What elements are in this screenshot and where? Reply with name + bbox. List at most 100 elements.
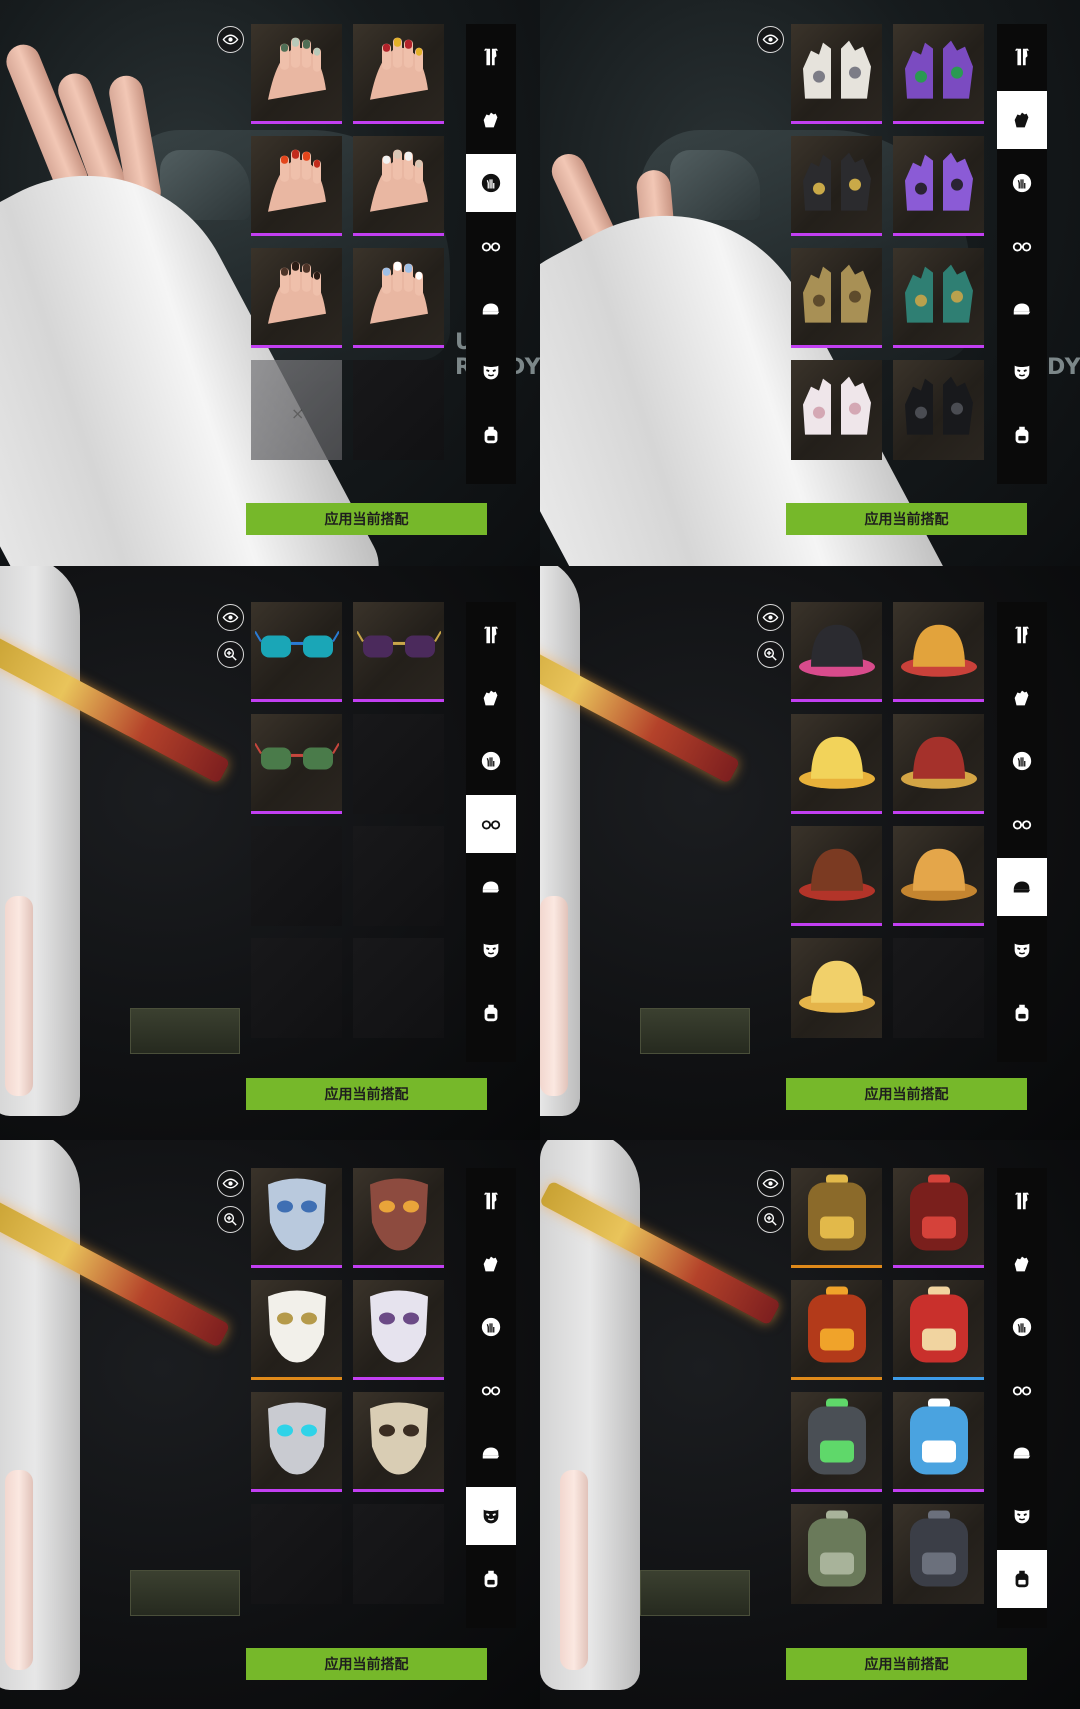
item-slot-demon-horn-mask[interactable] [353,1168,444,1268]
item-slot-nail-set-red-gold[interactable] [353,24,444,124]
item-slot-dragon-helm[interactable] [893,714,984,814]
tab-hat[interactable] [997,858,1047,916]
item-slot-round-purple-glasses[interactable] [353,602,444,702]
tab-gloves[interactable] [466,669,516,727]
mask-icon [480,939,502,961]
item-slot-crystal-tiara-mask[interactable] [251,1168,342,1268]
item-slot-chick-hat[interactable] [791,714,882,814]
apply-outfit-button[interactable]: 应用当前搭配 [246,1648,487,1680]
item-slot-glove-teal-wire[interactable] [893,248,984,348]
item-slot-tactical-pack[interactable] [893,1504,984,1604]
item-slot-red-round-pack[interactable] [893,1168,984,1268]
tab-backpack[interactable] [466,406,516,464]
item-slot-drone-pack[interactable] [791,1392,882,1492]
toggle-view-button[interactable] [757,26,784,53]
tab-eyewear[interactable] [997,795,1047,853]
zoom-button[interactable] [757,1206,784,1233]
item-slot-bunny-goggle-mask[interactable] [251,1280,342,1380]
tab-nails[interactable] [466,1298,516,1356]
zoom-button[interactable] [217,641,244,668]
tab-hat[interactable] [997,280,1047,338]
tab-outfit[interactable] [466,28,516,86]
tab-nails[interactable] [997,154,1047,212]
toggle-view-button[interactable] [217,604,244,631]
toggle-view-button[interactable] [757,604,784,631]
toggle-view-button[interactable] [217,26,244,53]
tab-nails[interactable] [997,732,1047,790]
tab-outfit[interactable] [997,1172,1047,1230]
tab-outfit[interactable] [997,28,1047,86]
item-slot-nail-set-blue-white[interactable] [353,248,444,348]
tab-gloves[interactable] [466,91,516,149]
item-slot-glove-white-splash[interactable] [791,24,882,124]
tab-gloves[interactable] [997,91,1047,149]
item-slot-duck-hat[interactable] [791,938,882,1038]
apply-outfit-button[interactable]: 应用当前搭配 [786,1078,1027,1110]
item-slot-glove-black-leather[interactable] [893,360,984,460]
tab-outfit[interactable] [997,606,1047,664]
item-slot-glove-purple-black[interactable] [893,136,984,236]
tab-eyewear[interactable] [466,217,516,275]
tab-hat[interactable] [466,280,516,338]
tab-mask[interactable] [466,1487,516,1545]
tab-backpack[interactable] [466,984,516,1042]
toggle-view-button[interactable] [757,1170,784,1197]
tab-mask[interactable] [466,921,516,979]
item-slot-cat-ear-headphones[interactable] [791,602,882,702]
item-slot-bear-beanie[interactable] [893,826,984,926]
tab-hat[interactable] [997,1424,1047,1482]
tab-gloves[interactable] [997,1235,1047,1293]
tab-eyewear[interactable] [466,795,516,853]
tab-hat[interactable] [466,858,516,916]
apply-outfit-button[interactable]: 应用当前搭配 [786,503,1027,535]
apply-outfit-button[interactable]: 应用当前搭配 [246,503,487,535]
tab-mask[interactable] [997,1487,1047,1545]
tab-nails[interactable] [466,732,516,790]
item-slot-straw-hat[interactable] [893,602,984,702]
apply-outfit-button[interactable]: 应用当前搭配 [786,1648,1027,1680]
item-slot-unicorn-mask[interactable] [353,1280,444,1380]
tab-outfit[interactable] [466,606,516,664]
item-slot-glove-gold-armor[interactable] [791,248,882,348]
tab-outfit[interactable] [466,1172,516,1230]
item-slot-reindeer-hat[interactable] [791,826,882,926]
item-slot-lion-dance-pack[interactable] [893,1280,984,1380]
tab-mask[interactable] [997,921,1047,979]
item-slot-pixel-sunglasses[interactable] [251,602,342,702]
tab-eyewear[interactable] [997,1361,1047,1419]
tab-gloves[interactable] [997,669,1047,727]
item-slot-fire-ring-pack[interactable] [791,1280,882,1380]
zoom-button[interactable] [217,1206,244,1233]
tab-eyewear[interactable] [997,217,1047,275]
item-slot-glove-purple-web[interactable] [893,24,984,124]
item-slot-nail-set-brown-pattern[interactable] [251,248,342,348]
item-slot-nail-set-green[interactable] [251,24,342,124]
tab-backpack[interactable] [997,1550,1047,1608]
toggle-view-button[interactable] [217,1170,244,1197]
tab-hat[interactable] [466,1424,516,1482]
tab-gloves[interactable] [466,1235,516,1293]
item-slot-skull-feather-mask[interactable] [353,1392,444,1492]
cat-ear-headphones-image [795,609,879,689]
tab-backpack[interactable] [997,406,1047,464]
tab-backpack[interactable] [997,984,1047,1042]
apply-outfit-button[interactable]: 应用当前搭配 [246,1078,487,1110]
item-slot-star-glasses[interactable] [251,714,342,814]
tab-mask[interactable] [466,343,516,401]
item-slot-nail-set-orange[interactable] [251,136,342,236]
tab-nails[interactable] [466,154,516,212]
item-slot-golden-bow-pack[interactable] [791,1168,882,1268]
tab-eyewear[interactable] [466,1361,516,1419]
tab-mask[interactable] [997,343,1047,401]
tab-backpack[interactable] [466,1550,516,1608]
item-slot-nail-set-white-gem[interactable] [353,136,444,236]
empty-slot [251,1504,342,1604]
zoom-button[interactable] [757,641,784,668]
item-slot-cyan-visor-mask[interactable] [251,1392,342,1492]
item-slot-remove-nails[interactable]: × [251,360,342,460]
item-slot-shark-pack[interactable] [893,1392,984,1492]
item-slot-glove-black-gold[interactable] [791,136,882,236]
item-slot-camo-pack[interactable] [791,1504,882,1604]
tab-nails[interactable] [997,1298,1047,1356]
item-slot-glove-bunny[interactable] [791,360,882,460]
